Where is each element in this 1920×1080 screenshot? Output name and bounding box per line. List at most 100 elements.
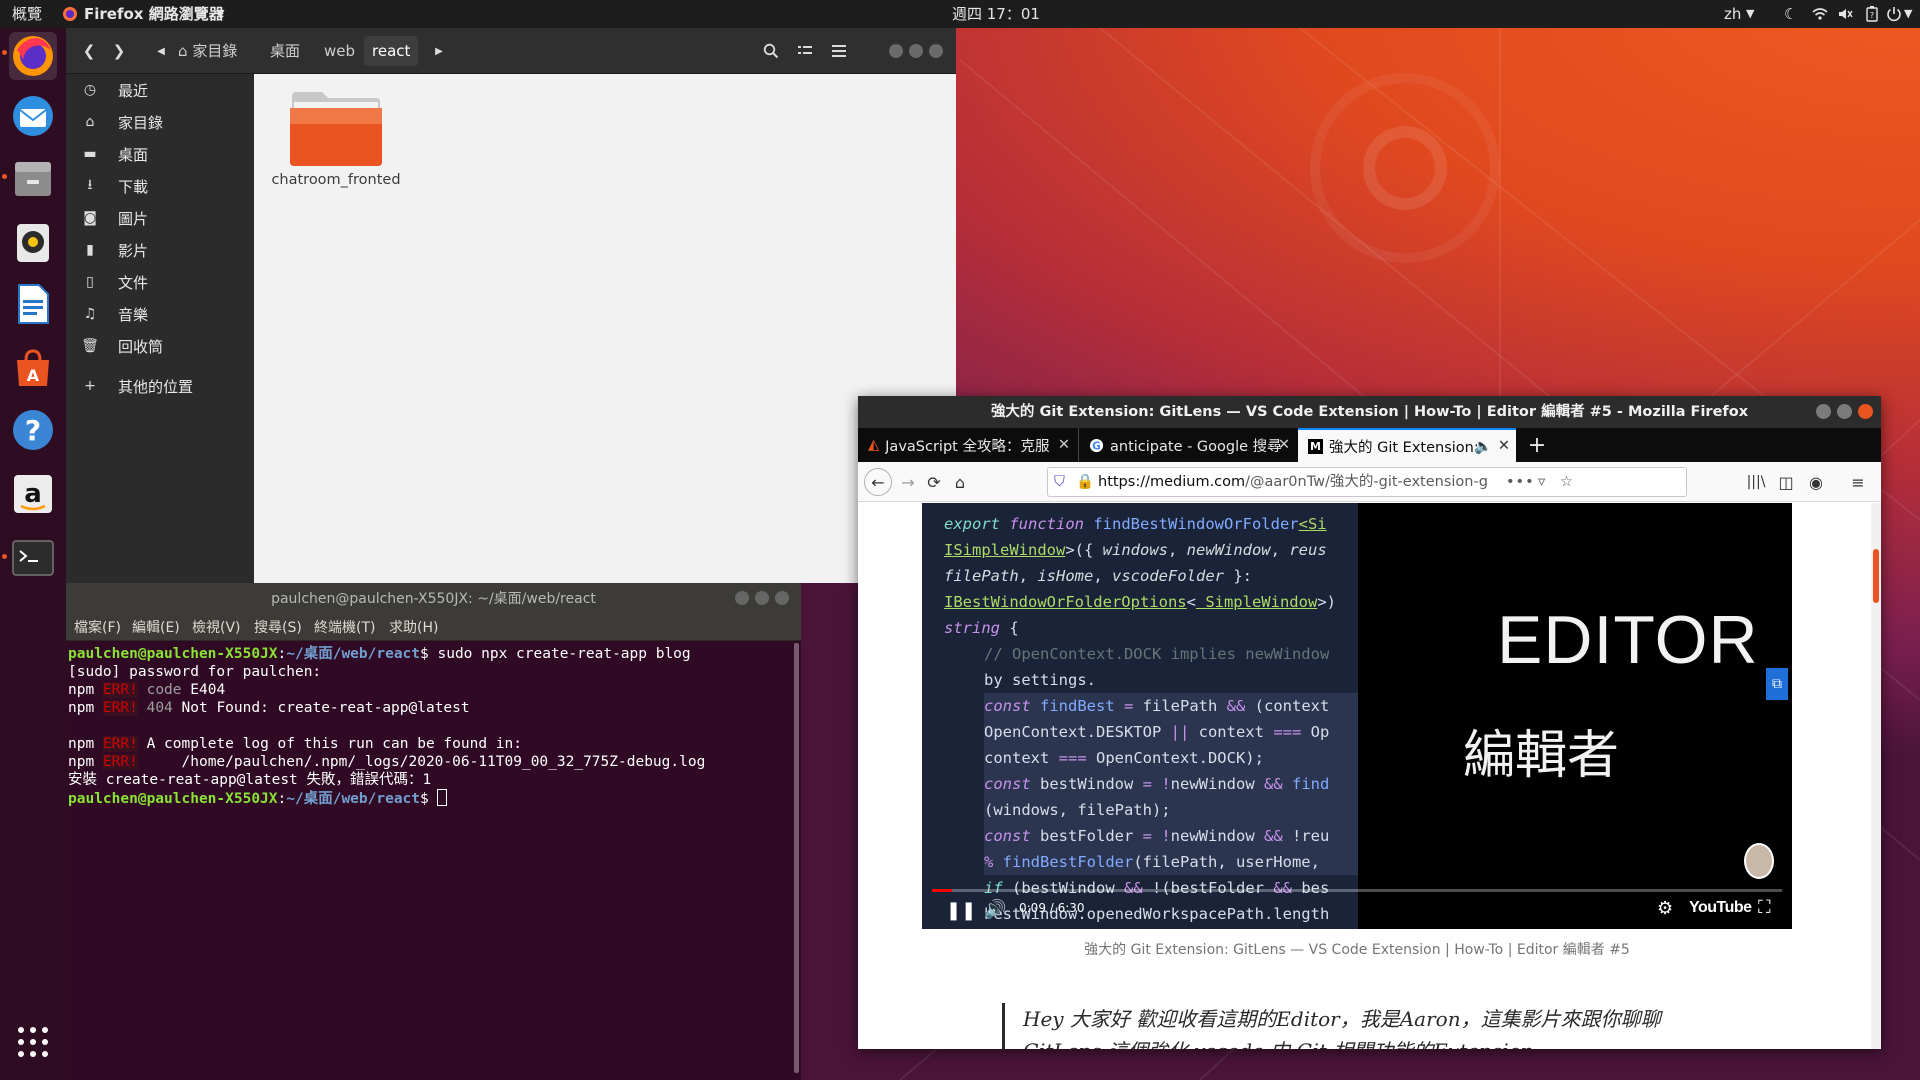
menu-search[interactable]: 搜尋(S) [254, 615, 302, 641]
sidebar-item-documents[interactable]: ▯ 文件 [66, 266, 254, 298]
maximize-button[interactable] [755, 591, 769, 605]
minimize-button[interactable] [886, 36, 906, 66]
video-share-icon[interactable]: ⧉ [1766, 668, 1788, 700]
settings-gear-icon[interactable]: ⚙ [1657, 898, 1673, 919]
terminal-menubar: 檔案(F) 編輯(E) 檢視(V) 搜尋(S) 終端機(T) 求助(H) [66, 615, 801, 641]
running-indicator [2, 174, 7, 179]
thunderbird-icon[interactable] [9, 92, 57, 140]
software-icon[interactable]: A [9, 344, 57, 392]
hamburger-menu-button[interactable] [824, 36, 854, 66]
page-scroll-thumb[interactable] [1873, 549, 1879, 603]
pocket-icon[interactable]: ▿ [1538, 468, 1545, 496]
pause-button[interactable]: ❚❚ [946, 900, 976, 921]
maximize-button[interactable] [906, 36, 926, 66]
close-tab-icon[interactable]: ✕ [1058, 437, 1070, 453]
writer-icon[interactable] [9, 280, 57, 328]
sidebar-item-home[interactable]: ⌂ 家目錄 [66, 106, 254, 138]
account-icon[interactable]: ◉ [1802, 468, 1830, 496]
sidebar-item-pictures[interactable]: ◙ 圖片 [66, 202, 254, 234]
sidebar-item-other-locations[interactable]: + 其他的位置 [66, 370, 254, 402]
folder-item[interactable]: chatroom_fronted [271, 88, 401, 188]
breadcrumb-react[interactable]: react [364, 36, 419, 66]
back-button[interactable]: ❮ [74, 36, 104, 66]
sidebar-item-videos[interactable]: ▮ 影片 [66, 234, 254, 266]
page-actions-icon[interactable]: ••• [1506, 468, 1535, 496]
amazon-icon[interactable]: a [9, 470, 57, 518]
battery-icon[interactable]: ? [1866, 0, 1878, 31]
home-button[interactable]: ⌂ [946, 468, 974, 496]
new-tab-button[interactable]: + [1522, 428, 1552, 462]
forward-button[interactable]: → [894, 468, 922, 496]
back-button[interactable]: ← [864, 468, 892, 496]
library-icon[interactable]: |||\ [1742, 468, 1770, 496]
menu-edit[interactable]: 編輯(E) [132, 615, 180, 641]
fullscreen-icon[interactable]: ⛶ [1758, 897, 1771, 918]
show-apps-icon[interactable] [9, 1018, 57, 1066]
files-headerbar: ❮ ❯ ◀ ⌂ 家目錄 桌面 web react ▶ [66, 28, 956, 74]
hamburger-menu-icon[interactable]: ≡ [1844, 468, 1872, 496]
help-icon[interactable]: ? [9, 406, 57, 454]
close-tab-icon[interactable]: ✕ [1498, 438, 1510, 454]
menu-file[interactable]: 檔案(F) [74, 615, 121, 641]
forward-button[interactable]: ❯ [104, 36, 134, 66]
minimize-button[interactable] [735, 591, 749, 605]
path-scroll-right-icon[interactable]: ▶ [432, 36, 446, 66]
page-scrollbar[interactable] [1871, 503, 1881, 1049]
menu-help[interactable]: 求助(H) [389, 615, 438, 641]
app-menu[interactable]: Firefox 網路瀏覽器 [84, 0, 224, 28]
tab-javascript[interactable]: ◭ JavaScript 全攻略：克服 ✕ [858, 428, 1076, 462]
path-scroll-left-icon[interactable]: ◀ [154, 36, 168, 66]
sidebar-item-desktop[interactable]: ▬ 桌面 [66, 138, 254, 170]
terminal-icon[interactable] [9, 534, 57, 582]
youtube-logo[interactable]: YouTube [1689, 899, 1752, 917]
terminal-line: npm ERR! code E404 [68, 682, 226, 698]
language-indicator[interactable]: zh [1724, 0, 1741, 28]
clock[interactable]: 週四 17：01 [952, 0, 1040, 28]
url-bar[interactable]: ⛉ 🔒 https://medium.com/@aar0nTw/強大的-git-… [1047, 467, 1687, 497]
volume-button[interactable]: 🔊 [984, 899, 1006, 920]
wifi-icon[interactable] [1812, 0, 1828, 30]
bookmark-star-icon[interactable]: ☆ [1560, 468, 1573, 496]
minimize-button[interactable] [1816, 404, 1831, 419]
download-icon: ⭳ [87, 177, 93, 193]
night-mode-icon[interactable]: ☾ [1784, 0, 1797, 28]
sidebar-item-recent[interactable]: ◷ 最近 [66, 74, 254, 106]
youtube-video-player[interactable]: export function findBestWindowOrFolder<S… [922, 503, 1792, 929]
terminal-output[interactable]: paulchen@paulchen-X550JX:~/桌面/web/react$… [68, 643, 793, 1073]
search-button[interactable] [756, 36, 786, 66]
sidebar-item-trash[interactable]: 🗑 回收筒 [66, 330, 254, 362]
terminal-window: paulchen@paulchen-X550JX: ~/桌面/web/react… [66, 583, 801, 1080]
files-icon[interactable] [9, 154, 57, 202]
volume-icon[interactable] [1838, 0, 1854, 30]
folder-icon [290, 92, 382, 166]
breadcrumb-desktop[interactable]: 桌面 [262, 36, 308, 66]
menu-terminal[interactable]: 終端機(T) [314, 615, 375, 641]
activities-button[interactable]: 概覽 [12, 0, 42, 28]
medium-m-icon: M [1308, 438, 1323, 454]
menu-view[interactable]: 檢視(V) [192, 615, 241, 641]
close-button[interactable] [775, 591, 789, 605]
reload-button[interactable]: ⟳ [920, 468, 948, 496]
close-tab-icon[interactable]: ✕ [1278, 437, 1290, 453]
video-progress-track[interactable] [932, 889, 1782, 892]
chevron-down-icon: ▼ [216, 7, 225, 20]
channel-avatar[interactable] [1744, 843, 1774, 879]
firefox-icon[interactable] [9, 32, 57, 80]
breadcrumb-web[interactable]: web [316, 36, 363, 66]
tab-gitlens-active[interactable]: M 強大的 Git Extension: 🔈 ✕ [1298, 428, 1516, 462]
breadcrumb-home[interactable]: ⌂ 家目錄 [170, 36, 245, 66]
terminal-line: [sudo] password for paulchen: [68, 664, 322, 680]
close-button[interactable] [1858, 404, 1873, 419]
running-indicator [2, 50, 7, 55]
rhythmbox-icon[interactable] [9, 218, 57, 266]
speaker-icon[interactable]: 🔈 [1474, 438, 1492, 455]
sidebar-item-music[interactable]: ♫ 音樂 [66, 298, 254, 330]
power-icon[interactable] [1886, 0, 1902, 31]
sidebar-item-downloads[interactable]: ⭳ 下載 [66, 170, 254, 202]
sidebar-toggle-icon[interactable]: ◫ [1772, 468, 1800, 496]
terminal-scrollbar[interactable] [794, 643, 799, 1073]
tab-google[interactable]: G anticipate - Google 搜尋 ✕ [1078, 428, 1296, 462]
close-button[interactable] [926, 36, 946, 66]
maximize-button[interactable] [1837, 404, 1852, 419]
view-options-button[interactable] [790, 36, 820, 66]
